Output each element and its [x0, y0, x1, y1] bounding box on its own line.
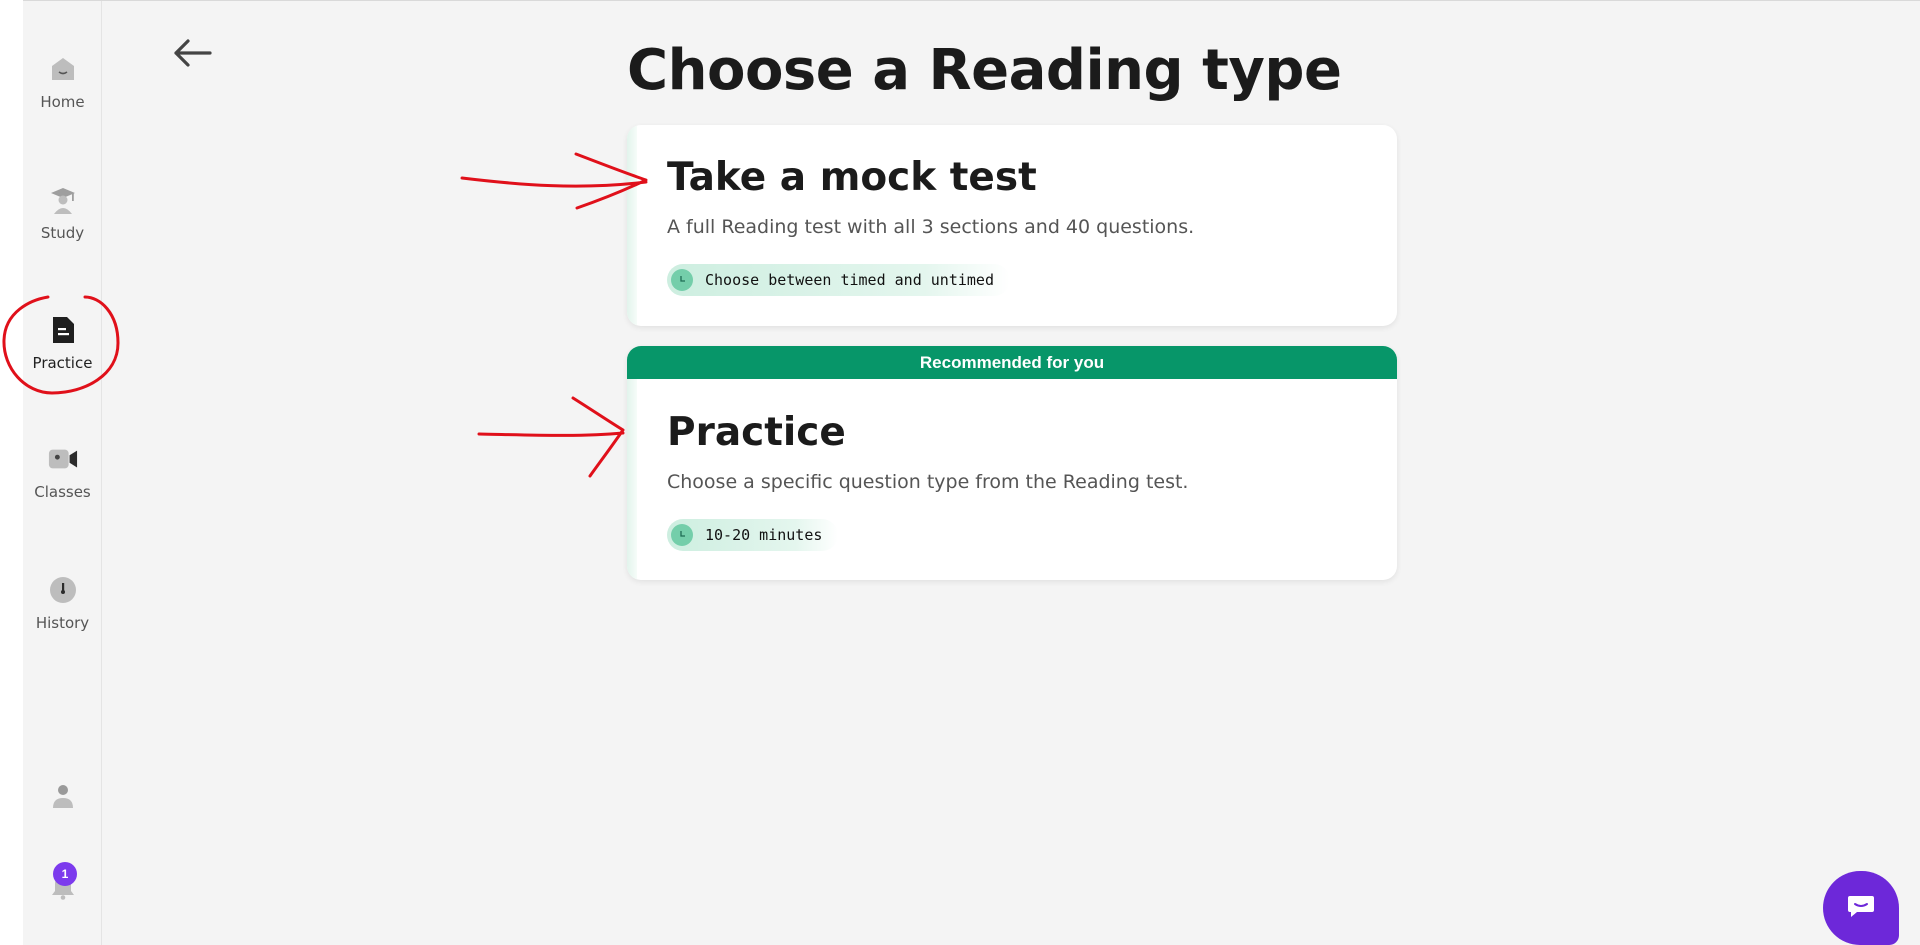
card-tag-text: Choose between timed and untimed: [705, 271, 994, 289]
back-button[interactable]: [170, 36, 214, 70]
sidebar-item-home[interactable]: Home: [23, 54, 102, 144]
recommended-banner: Recommended for you: [627, 346, 1397, 379]
page-title: Choose a Reading type: [627, 38, 1342, 103]
card-accent: [627, 379, 637, 580]
home-icon: [48, 54, 78, 84]
mock-test-card[interactable]: Take a mock test A full Reading test wit…: [627, 125, 1397, 326]
notifications-button[interactable]: 1: [23, 862, 102, 911]
document-icon: [48, 315, 78, 345]
user-icon: [48, 781, 78, 811]
clock-icon: [48, 575, 78, 605]
practice-card[interactable]: Recommended for you Practice Choose a sp…: [627, 346, 1397, 580]
card-description: Choose a specific question type from the…: [667, 471, 1189, 493]
notification-badge: 1: [53, 862, 77, 886]
chat-bubble-icon: [1847, 894, 1875, 923]
chat-button[interactable]: [1823, 871, 1899, 945]
card-title: Practice: [667, 410, 846, 455]
clock-icon: [671, 524, 693, 546]
card-title: Take a mock test: [667, 155, 1037, 200]
sidebar-item-history[interactable]: History: [23, 575, 102, 665]
clock-icon: [671, 269, 693, 291]
card-tag-text: 10-20 minutes: [705, 526, 823, 544]
video-camera-icon: [48, 444, 78, 474]
card-description: A full Reading test with all 3 sections …: [667, 216, 1195, 238]
sidebar-item-label: History: [35, 614, 90, 632]
sidebar-item-label: Practice: [32, 354, 93, 372]
sidebar-item-study[interactable]: Study: [23, 185, 102, 275]
card-tag: Choose between timed and untimed: [667, 264, 1010, 296]
sidebar-item-label: Study: [40, 224, 85, 242]
arrow-left-icon: [170, 39, 214, 74]
graduation-cap-icon: [48, 185, 78, 215]
card-tag: 10-20 minutes: [667, 519, 839, 551]
sidebar-item-label: Classes: [34, 483, 91, 501]
top-divider: [0, 0, 1920, 1]
sidebar-item-label: Home: [40, 93, 85, 111]
card-accent: [627, 125, 637, 326]
sidebar-item-classes[interactable]: Classes: [23, 444, 102, 534]
left-gutter: [0, 0, 23, 945]
sidebar: Home Study Practice Classes History 1: [23, 1, 102, 945]
annotation-arrow: [460, 152, 648, 210]
annotation-arrow: [477, 396, 625, 478]
sidebar-item-practice[interactable]: Practice: [23, 315, 102, 405]
profile-button[interactable]: [23, 781, 102, 817]
